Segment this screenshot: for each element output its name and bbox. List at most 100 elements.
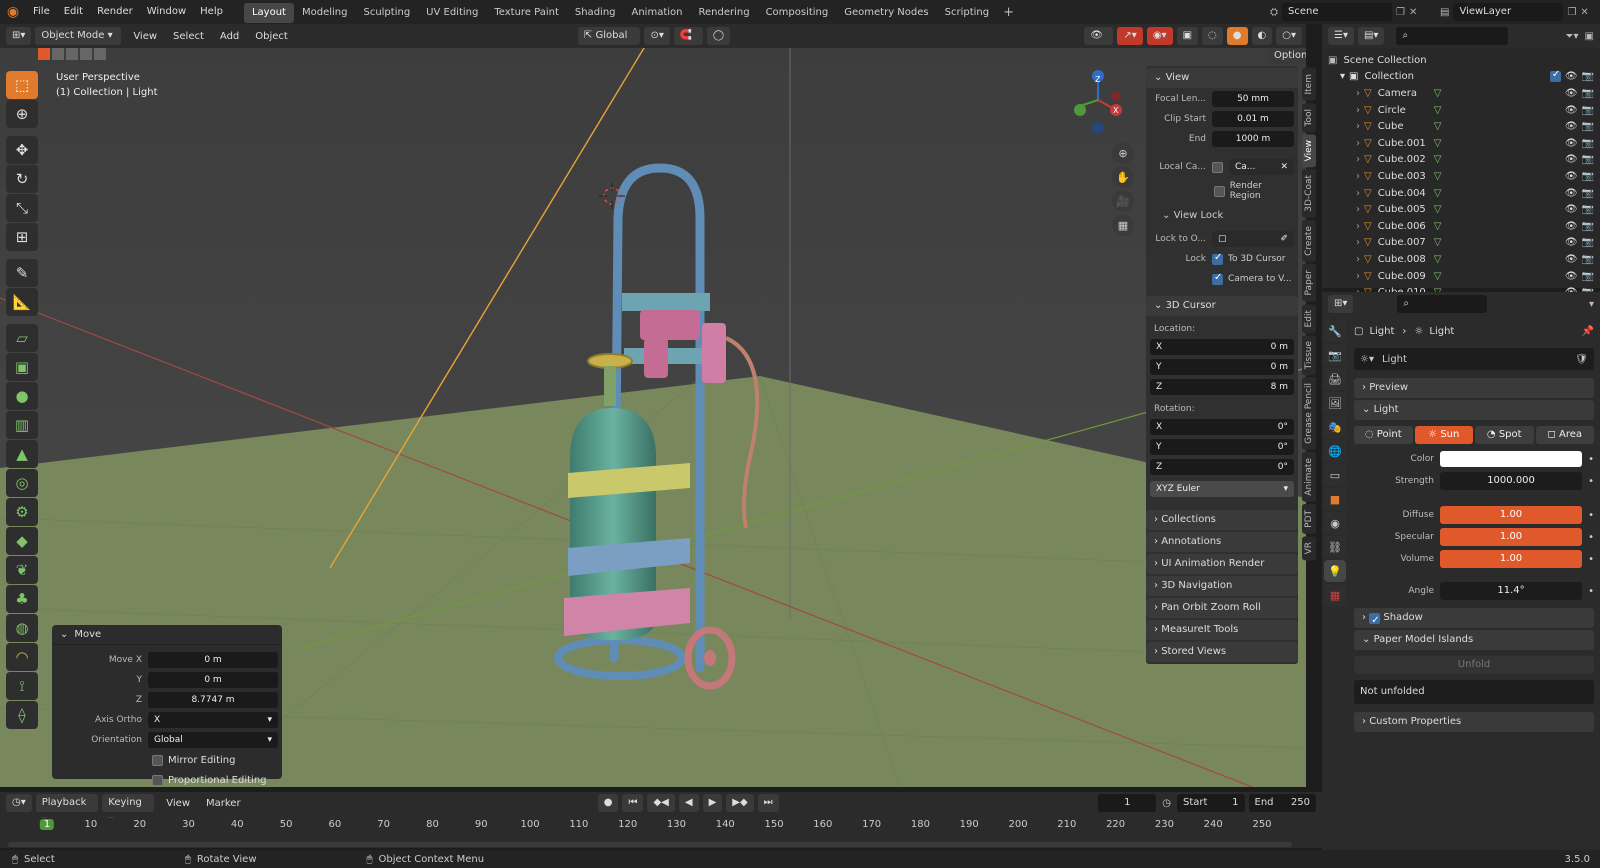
move-y-field[interactable]: 0 m [148,672,278,688]
tab-rendering[interactable]: Rendering [690,3,757,23]
scene-icon[interactable]: ⛭ [1270,7,1278,18]
properties-editor-type-icon[interactable]: ⊞▾ [1328,295,1354,313]
unfold-button[interactable]: Unfold [1354,656,1594,674]
add-twig-tool-icon[interactable]: ⟠ [6,701,38,729]
add-rock-tool-icon[interactable]: ◆ [6,527,38,555]
move-tool-icon[interactable]: ✥ [6,136,38,164]
play-icon[interactable]: ▶ [702,794,723,812]
light-color-swatch[interactable] [1440,451,1583,467]
menu-object[interactable]: Object [247,31,296,42]
visibility-eye-icon[interactable]: 👁 [1565,271,1578,282]
view-section-header[interactable]: ⌄ View [1146,68,1298,88]
view-lock-subheader[interactable]: ⌄ View Lock [1150,206,1294,224]
proportional-icon[interactable]: ◯ [706,27,731,45]
auto-keying-icon[interactable]: ● [597,794,619,812]
outliner-row[interactable]: › ▽ Camera ▽ 👁 📷 [1328,85,1594,102]
menu-add[interactable]: Add [212,31,247,42]
pivot-icon[interactable]: ⊙▾ [644,27,670,45]
render-camera-icon[interactable]: 📷 [1582,237,1594,248]
tab-shading[interactable]: Shading [567,3,624,23]
render-camera-icon[interactable]: 📷 [1582,105,1594,116]
sidebar-tab-tool[interactable]: Tool [1302,102,1316,132]
move-z-field[interactable]: 8.7747 m [148,692,278,708]
viewlayer-copy-icon[interactable]: ❐ [1567,7,1576,18]
wireframe-shading-icon[interactable]: ◌ [1202,27,1223,45]
collapse-chevron-icon[interactable]: ⌄ [60,629,68,640]
visibility-eye-icon[interactable]: 👁 [1565,121,1578,132]
orientation-field[interactable]: Global ▾ [148,732,278,748]
pan-orbit-zoom-roll-section[interactable]: › Pan Orbit Zoom Roll [1146,598,1298,618]
viewlayer-icon[interactable]: ▤ [1440,7,1449,18]
diffuse-slider[interactable]: 1.00 [1440,506,1583,524]
clip-end-field[interactable]: 1000 m [1212,131,1294,147]
select-mode-invert-icon[interactable] [80,48,92,60]
sidebar-tab-paper[interactable]: Paper [1302,264,1316,302]
tab-texture-paint[interactable]: Texture Paint [486,3,567,23]
menu-view[interactable]: View [125,31,165,42]
jump-keyframe-forward-icon[interactable]: ▶◆ [726,794,754,812]
focal-length-field[interactable]: 50 mm [1212,91,1294,107]
tab-scripting[interactable]: Scripting [937,3,997,23]
camera-view-icon[interactable]: 🎥 [1112,190,1134,212]
add-cylinder-tool-icon[interactable]: ▥ [6,411,38,439]
xray-icon[interactable]: ▣ [1176,27,1199,45]
blender-logo-icon[interactable]: ◉ [0,0,26,24]
texture-properties-icon[interactable]: ▦ [1324,584,1346,606]
solid-shading-icon[interactable]: ● [1226,27,1248,45]
outliner-search-input[interactable]: ⌕ [1396,27,1509,45]
timeline-editor-type-icon[interactable]: ◷▾ [6,794,32,812]
fake-user-icon[interactable]: 🛡 [1575,354,1588,365]
render-camera-icon[interactable]: 📷 [1582,204,1594,215]
add-cone-tool-icon[interactable]: ▲ [6,440,38,468]
add-branch-tool-icon[interactable]: ⟟ [6,672,38,700]
sidebar-tab-item[interactable]: Item [1302,68,1316,101]
render-camera-icon[interactable]: 📷 [1582,121,1594,132]
proportional-editing-checkbox[interactable] [152,774,163,786]
add-sphere-tool-icon[interactable]: ● [6,382,38,410]
add-leaf-tool-icon[interactable]: ❦ [6,556,38,584]
measure-tool-icon[interactable]: 📐 [6,288,38,316]
axis-ortho-dropdown[interactable]: X ▾ [148,712,278,728]
outliner-row[interactable]: › ▽ Cube.003 ▽ 👁 📷 [1328,168,1594,185]
collection-properties-icon[interactable]: ▭ [1324,464,1346,486]
outliner-row[interactable]: › ▽ Cube.005 ▽ 👁 📷 [1328,201,1594,218]
outliner-row-collection[interactable]: ▾▣Collection👁📷 [1328,69,1594,86]
rendered-shading-icon[interactable]: ○▾ [1276,27,1302,45]
mirror-editing-checkbox[interactable] [152,754,163,766]
paper-model-islands-section[interactable]: ⌄ Paper Model Islands [1354,630,1594,650]
tab-sculpting[interactable]: Sculpting [355,3,418,23]
outliner-row[interactable]: › ▽ Cube.007 ▽ 👁 📷 [1328,235,1594,252]
collection-visibility-icon[interactable]: 👁 [1565,71,1578,82]
editor-type-icon[interactable]: ⊞▾ [6,27,32,45]
scene-copy-icon[interactable]: ❐ [1396,7,1405,18]
volume-slider[interactable]: 1.00 [1440,550,1583,568]
cursor-location-x-field[interactable]: X0 m [1150,339,1294,355]
local-camera-field[interactable]: Ca... ✕ [1229,159,1294,175]
outliner-row[interactable]: › ▽ Cube.009 ▽ 👁 📷 [1328,268,1594,285]
tab-modeling[interactable]: Modeling [294,3,356,23]
add-cube-tool-icon[interactable]: ▣ [6,353,38,381]
properties-options-icon[interactable]: ▾ [1589,299,1594,310]
sidebar-tab-grease-pencil[interactable]: Grease Pencil [1302,377,1316,451]
rotation-mode-dropdown[interactable]: XYZ Euler ▾ [1150,481,1294,497]
orientation-dropdown[interactable]: ⇱ Global ▾ [577,27,641,59]
render-camera-icon[interactable]: 📷 [1582,88,1594,99]
sidebar-tab-view[interactable]: View [1302,133,1316,168]
options-button[interactable]: Options [1268,48,1306,64]
add-ring-tool-icon[interactable]: ◍ [6,614,38,642]
local-camera-checkbox[interactable] [1212,161,1223,173]
menu-window[interactable]: Window [140,0,193,24]
new-collection-icon[interactable]: ▣ [1585,31,1594,42]
3d-cursor-section-header[interactable]: ⌄ 3D Cursor [1146,296,1298,316]
cursor-location-y-field[interactable]: Y0 m [1150,359,1294,375]
cursor-rotation-x-field[interactable]: X 0° [1150,419,1294,435]
outliner-editor-type-icon[interactable]: ☰▾ [1328,27,1354,45]
collections-section[interactable]: › Collections [1146,510,1298,530]
jump-end-icon[interactable]: ⏭ [757,794,779,812]
sidebar-tab-pdt[interactable]: PDT [1302,503,1316,534]
timeline-view-menu[interactable]: View [158,798,198,809]
view-layer-properties-icon[interactable]: 🖼 [1324,392,1346,414]
visibility-eye-icon[interactable]: 👁 [1565,88,1578,99]
properties-search-input[interactable]: ⌕ [1397,295,1488,313]
tab-animation[interactable]: Animation [624,3,691,23]
